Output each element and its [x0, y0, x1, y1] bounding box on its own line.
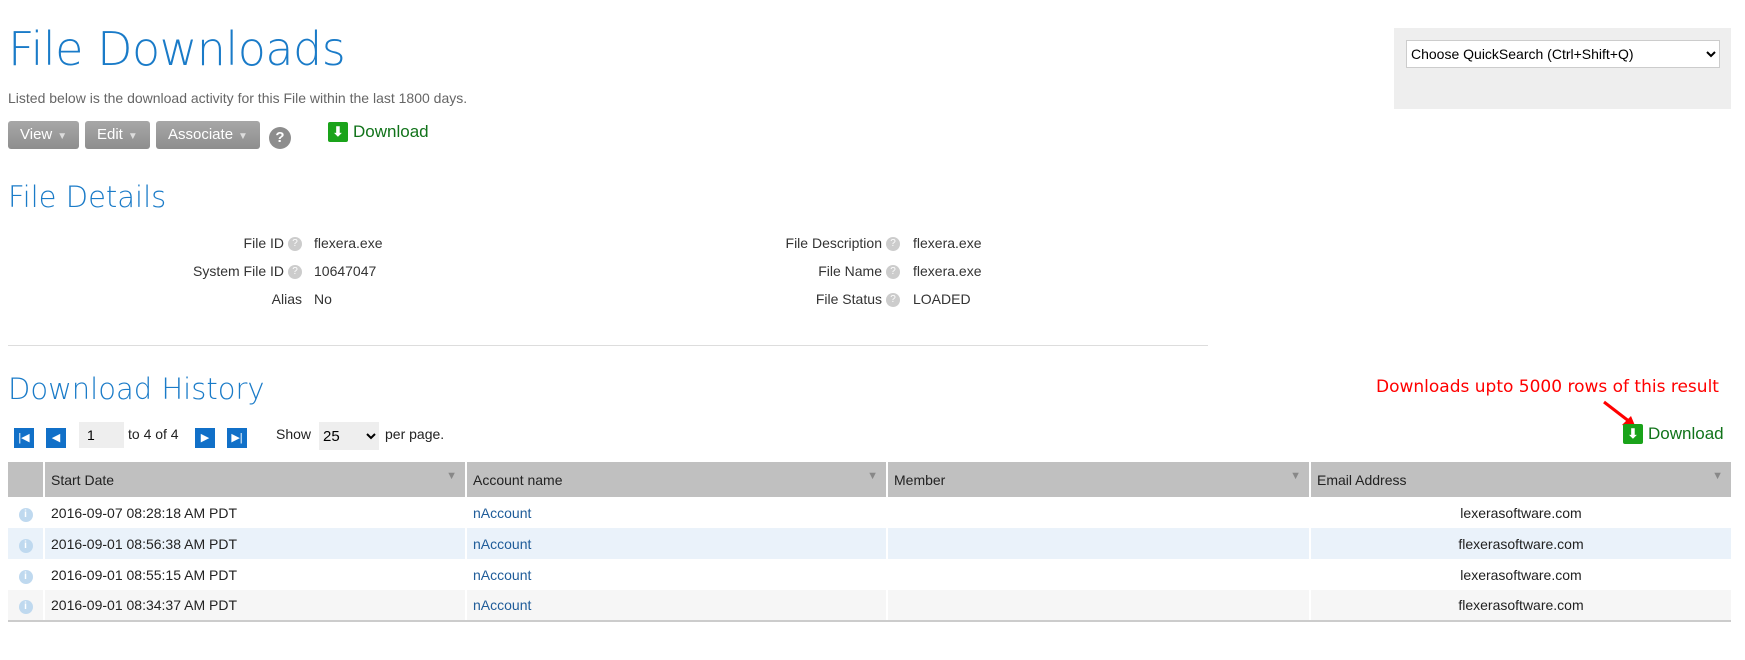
- file-details-heading: File Details: [8, 180, 167, 214]
- column-header-email[interactable]: Email Address ▼: [1309, 462, 1731, 497]
- per-page-select[interactable]: 25: [319, 422, 379, 450]
- email-cell: flexerasoftware.com: [1309, 590, 1731, 622]
- email-cell: lexerasoftware.com: [1309, 559, 1731, 590]
- quicksearch-select[interactable]: Choose QuickSearch (Ctrl+Shift+Q): [1406, 40, 1720, 68]
- member-cell: [886, 497, 1310, 528]
- divider: [8, 345, 1208, 346]
- edit-label: Edit: [97, 126, 123, 143]
- prev-page-button[interactable]: ◀: [46, 428, 66, 448]
- page-number-input[interactable]: [79, 422, 124, 448]
- column-header-start-date[interactable]: Start Date ▼: [43, 462, 466, 497]
- member-cell: [886, 559, 1310, 590]
- help-icon[interactable]: ?: [886, 237, 900, 252]
- help-icon[interactable]: ?: [288, 237, 302, 252]
- file-name-label: File Name?: [650, 263, 900, 280]
- view-label: View: [20, 126, 53, 143]
- file-status-label: File Status?: [650, 291, 900, 308]
- help-icon[interactable]: ?: [269, 127, 291, 149]
- history-download-button[interactable]: ⬇ Download: [1623, 424, 1724, 444]
- file-status-value: LOADED: [913, 291, 971, 307]
- table-row: i 2016-09-01 08:55:15 AM PDT nAccount lexer…: [8, 559, 1731, 590]
- next-page-button[interactable]: ▶: [195, 428, 215, 448]
- sort-icon[interactable]: ▼: [446, 470, 457, 482]
- info-icon[interactable]: i: [18, 507, 33, 522]
- sort-icon[interactable]: ▼: [1290, 470, 1301, 482]
- download-icon: ⬇: [1623, 424, 1643, 444]
- sort-icon[interactable]: ▼: [1712, 470, 1723, 482]
- quicksearch-panel: Choose QuickSearch (Ctrl+Shift+Q): [1394, 28, 1731, 109]
- account-link[interactable]: nAccount: [473, 567, 531, 583]
- help-icon[interactable]: ?: [288, 265, 302, 280]
- column-header-member[interactable]: Member ▼: [886, 462, 1310, 497]
- caret-down-icon: ▼: [238, 131, 248, 142]
- download-icon: ⬇: [328, 122, 348, 142]
- last-page-button[interactable]: ▶|: [227, 428, 247, 448]
- start-date-cell: 2016-09-01 08:55:15 AM PDT: [43, 559, 466, 590]
- download-history-table: Start Date ▼ Account name ▼ Member ▼ Email …: [8, 462, 1731, 622]
- caret-down-icon: ▼: [57, 131, 68, 142]
- page-subtitle: Listed below is the download activity fo…: [8, 90, 468, 106]
- info-icon[interactable]: i: [18, 600, 33, 614]
- table-row: i 2016-09-01 08:56:38 AM PDT nAccount flexe…: [8, 528, 1731, 559]
- sort-icon[interactable]: ▼: [867, 470, 878, 482]
- view-menu-button[interactable]: View ▼: [8, 121, 80, 149]
- system-file-id-label: System File ID?: [100, 263, 302, 280]
- first-page-button[interactable]: |◀: [14, 428, 34, 448]
- column-header-account-name[interactable]: Account name ▼: [465, 462, 887, 497]
- page-range: to 4 of 4: [128, 426, 179, 442]
- edit-menu-button[interactable]: Edit ▼: [85, 121, 150, 149]
- member-cell: [886, 590, 1310, 622]
- help-icon[interactable]: ?: [886, 293, 900, 308]
- download-label: Download: [353, 122, 429, 141]
- download-label: Download: [1648, 424, 1724, 443]
- email-cell: lexerasoftware.com: [1309, 497, 1731, 528]
- system-file-id-value: 10647047: [314, 263, 377, 279]
- file-name-value: flexera.exe: [913, 263, 982, 279]
- per-page-label: per page.: [385, 426, 445, 442]
- account-link[interactable]: nAccount: [473, 597, 531, 613]
- file-description-label: File Description?: [650, 235, 900, 252]
- alias-value: No: [314, 291, 332, 307]
- member-cell: [886, 528, 1310, 559]
- table-row: i 2016-09-01 08:34:37 AM PDT nAccount flexe…: [8, 590, 1731, 622]
- email-cell: flexerasoftware.com: [1309, 528, 1731, 559]
- start-date-cell: 2016-09-01 08:56:38 AM PDT: [43, 528, 466, 559]
- info-icon[interactable]: i: [18, 538, 33, 553]
- caret-down-icon: ▼: [127, 131, 138, 142]
- associate-label: Associate: [168, 126, 234, 143]
- table-row: i 2016-09-07 08:28:18 AM PDT nAccount lexer…: [8, 497, 1731, 528]
- column-header-info: [8, 462, 44, 497]
- start-date-cell: 2016-09-01 08:34:37 AM PDT: [43, 590, 466, 622]
- start-date-cell: 2016-09-07 08:28:18 AM PDT: [43, 497, 466, 528]
- info-icon[interactable]: i: [18, 569, 33, 584]
- file-description-value: flexera.exe: [913, 235, 982, 251]
- download-history-heading: Download History: [8, 372, 265, 406]
- annotation-text: Downloads upto 5000 rows of this result: [1376, 377, 1719, 397]
- help-icon[interactable]: ?: [886, 265, 900, 280]
- file-id-label: File ID?: [100, 235, 302, 252]
- download-button[interactable]: ⬇ Download: [328, 122, 429, 142]
- associate-menu-button[interactable]: Associate ▼: [156, 121, 260, 149]
- alias-label: Alias: [271, 291, 302, 307]
- page-title: File Downloads: [8, 22, 346, 76]
- account-link[interactable]: nAccount: [473, 505, 531, 521]
- show-label: Show: [276, 426, 312, 442]
- account-link[interactable]: nAccount: [473, 536, 531, 552]
- file-id-value: flexera.exe: [314, 235, 383, 251]
